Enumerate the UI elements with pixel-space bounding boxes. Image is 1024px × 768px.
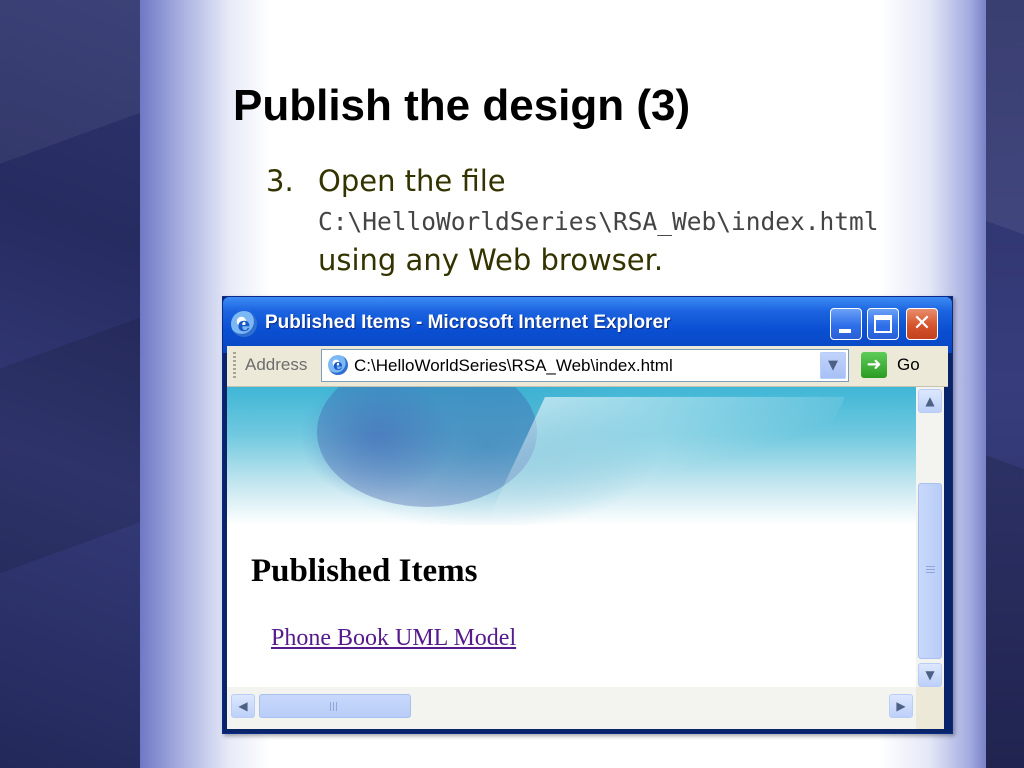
chevron-down-icon: ▼ [828,358,838,373]
scroll-right-button[interactable]: ▶ [889,694,913,718]
close-icon: ✕ [912,311,932,336]
scroll-up-button[interactable]: ▲ [918,389,942,413]
horizontal-scroll-thumb[interactable] [259,694,411,718]
slide-title: Publish the design (3) [233,81,691,130]
phone-book-link[interactable]: Phone Book UML Model [271,625,516,652]
browser-window: e Published Items - Microsoft Internet E… [222,296,953,734]
background-left [0,0,140,768]
file-path: C:\HelloWorldSeries\RSA_Web\index.html [318,207,879,236]
vertical-scroll-thumb[interactable] [918,483,942,659]
step-number: 3. [266,164,294,198]
title-bar[interactable]: e Published Items - Microsoft Internet E… [223,297,952,353]
scroll-left-icon: ◀ [238,699,248,713]
step-text: Open the file [318,164,506,198]
address-input[interactable] [354,354,804,378]
step-suffix: using any Web browser. [318,243,664,277]
banner-decoration [489,397,845,517]
background-right [986,0,1024,768]
address-bar: Address e ▼ ➜ Go [227,346,948,387]
page-viewport: Published Items Phone Book UML Model [227,387,916,687]
go-button[interactable]: ➜ Go [861,351,941,381]
close-button[interactable]: ✕ [906,308,938,340]
toolbar-grip[interactable] [233,352,236,380]
scroll-right-icon: ▶ [896,699,906,713]
address-field[interactable]: e ▼ [321,349,849,382]
window-title: Published Items - Microsoft Internet Exp… [265,312,671,333]
scrollbar-corner [916,687,944,729]
scroll-down-button[interactable]: ▼ [918,663,942,687]
scroll-left-button[interactable]: ◀ [231,694,255,718]
page-banner [227,387,916,525]
address-label: Address [245,355,308,374]
go-arrow-icon: ➜ [861,352,887,378]
maximize-button[interactable] [867,308,899,340]
vertical-scrollbar[interactable]: ▲ ▼ [916,387,944,687]
ie-icon[interactable]: e [231,311,257,337]
minimize-button[interactable] [830,308,862,340]
address-dropdown-button[interactable]: ▼ [820,352,846,379]
scroll-down-icon: ▼ [925,668,935,682]
scroll-up-icon: ▲ [925,394,935,408]
horizontal-scrollbar[interactable]: ◀ ▶ [227,687,916,729]
step-body: Open the file C:\HelloWorldSeries\RSA_We… [318,162,938,280]
page-icon: e [328,355,348,375]
page-heading: Published Items [251,553,478,589]
go-label: Go [897,355,920,374]
